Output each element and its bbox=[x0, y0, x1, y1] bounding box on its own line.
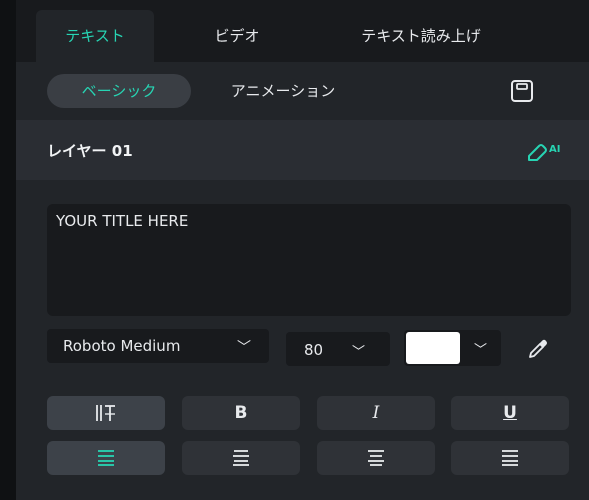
subtab-animation[interactable]: アニメーション bbox=[210, 74, 356, 108]
layer-row: レイヤー 01 AI bbox=[16, 120, 589, 180]
layer-title: レイヤー 01 bbox=[47, 142, 133, 160]
font-family-value: Roboto Medium bbox=[63, 337, 181, 355]
title-text-value: YOUR TITLE HERE bbox=[56, 212, 189, 230]
title-text-input[interactable]: YOUR TITLE HERE bbox=[47, 204, 571, 316]
eyedropper-icon bbox=[529, 339, 547, 358]
subtab-basic[interactable]: ベーシック bbox=[47, 74, 191, 108]
align-left-icon bbox=[98, 450, 114, 466]
text-spacing-button[interactable] bbox=[47, 396, 165, 430]
top-tab-bar: テキスト ビデオ テキスト読み上げ bbox=[16, 0, 589, 62]
chevron-down-icon: ﹀ bbox=[474, 343, 488, 358]
underline-button[interactable]: U bbox=[451, 396, 569, 430]
bold-button[interactable]: B bbox=[182, 396, 300, 430]
align-right-icon bbox=[368, 450, 384, 466]
align-left-button[interactable] bbox=[47, 441, 165, 475]
tab-text-to-speech[interactable]: テキスト読み上げ bbox=[321, 10, 521, 62]
tab-text[interactable]: テキスト bbox=[36, 10, 154, 62]
left-edge-strip bbox=[0, 0, 16, 500]
font-size-select[interactable]: 80 ﹀ bbox=[286, 332, 390, 366]
chevron-down-icon: ﹀ bbox=[237, 340, 251, 356]
font-size-value: 80 bbox=[304, 341, 324, 359]
save-icon bbox=[511, 80, 533, 102]
color-swatch bbox=[406, 332, 460, 364]
align-justify-icon bbox=[502, 450, 518, 466]
sub-tab-bar: ベーシック アニメーション bbox=[16, 62, 589, 120]
chevron-down-icon: ﹀ bbox=[352, 345, 366, 360]
save-preset-button[interactable] bbox=[509, 78, 535, 104]
italic-button[interactable]: I bbox=[317, 396, 435, 430]
text-properties-panel: テキスト ビデオ テキスト読み上げ ベーシック アニメーション レイヤー 01 … bbox=[16, 0, 589, 500]
align-center-button[interactable] bbox=[182, 441, 300, 475]
align-justify-button[interactable] bbox=[451, 441, 569, 475]
text-spacing-icon bbox=[96, 405, 115, 421]
eyedropper-button[interactable] bbox=[526, 337, 550, 361]
tab-video[interactable]: ビデオ bbox=[182, 10, 292, 62]
align-right-button[interactable] bbox=[317, 441, 435, 475]
ai-eraser-icon bbox=[528, 144, 547, 161]
align-center-icon bbox=[233, 450, 249, 466]
ai-edit-button[interactable]: AI bbox=[525, 138, 569, 164]
ai-label: AI bbox=[549, 144, 561, 155]
font-family-select[interactable]: Roboto Medium ﹀ bbox=[47, 329, 269, 363]
font-color-select[interactable]: ﹀ bbox=[404, 330, 501, 366]
